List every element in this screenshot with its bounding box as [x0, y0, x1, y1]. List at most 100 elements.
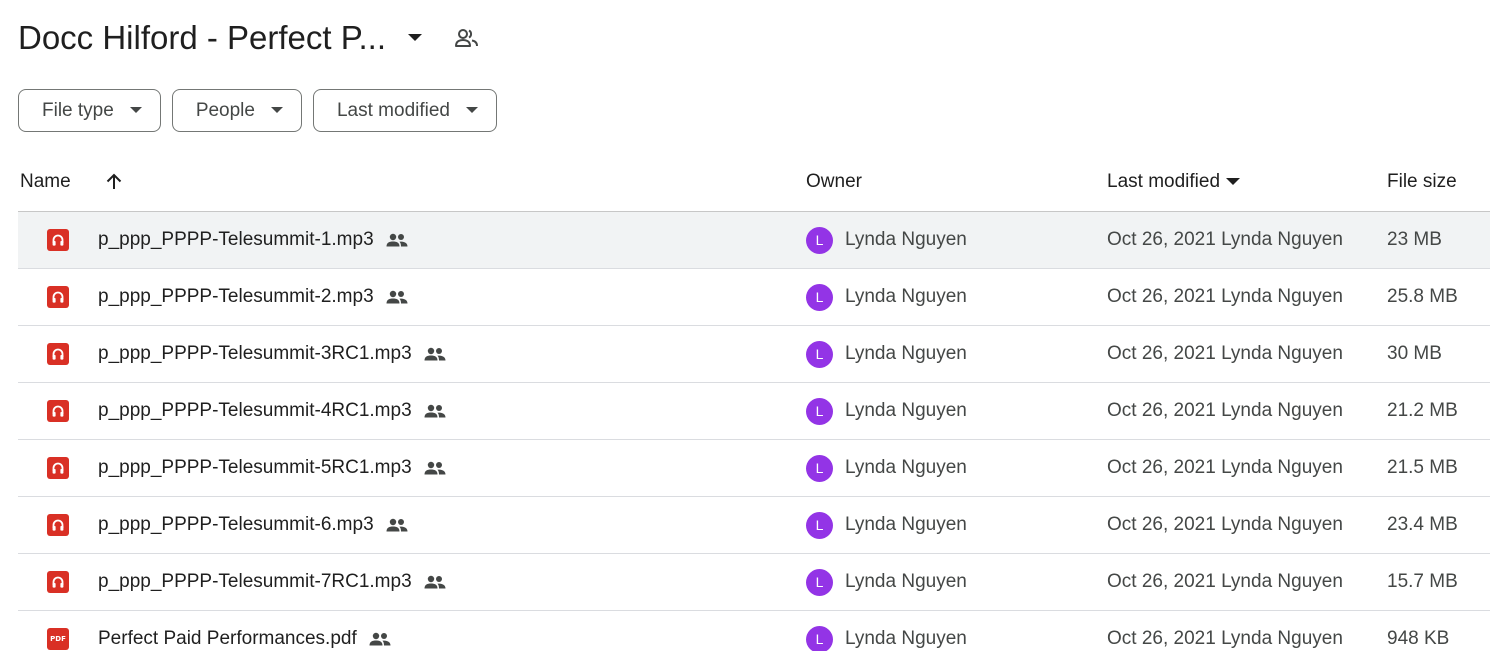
owner-cell: L Lynda Nguyen [806, 212, 967, 268]
file-type-icon-cell [46, 554, 70, 610]
file-name[interactable]: p_ppp_PPPP-Telesummit-3RC1.mp3 [98, 343, 412, 365]
file-name[interactable]: p_ppp_PPPP-Telesummit-2.mp3 [98, 286, 374, 308]
file-type-icon-cell [46, 269, 70, 325]
owner-cell: L Lynda Nguyen [806, 611, 967, 651]
table-row[interactable]: p_ppp_PPPP-Telesummit-2.mp3 L Lynda Nguy… [18, 269, 1490, 326]
last-modified-cell: Oct 26, 2021 Lynda Nguyen [1107, 571, 1343, 592]
last-modified-cell: Oct 26, 2021 Lynda Nguyen [1107, 343, 1343, 364]
table-row[interactable]: p_ppp_PPPP-Telesummit-1.mp3 L Lynda Nguy… [18, 212, 1490, 269]
file-name[interactable]: p_ppp_PPPP-Telesummit-6.mp3 [98, 514, 374, 536]
shared-people-icon [386, 233, 408, 247]
last-modified-cell: Oct 26, 2021 Lynda Nguyen [1107, 286, 1343, 307]
file-type-icon-cell: PDF [46, 611, 70, 651]
file-name-cell: p_ppp_PPPP-Telesummit-4RC1.mp3 [98, 383, 446, 439]
column-header-last-modified[interactable]: Last modified [1107, 171, 1241, 193]
file-size-cell: 15.7 MB [1387, 571, 1458, 592]
arrow-upward-icon[interactable] [104, 171, 126, 193]
shared-people-icon [424, 575, 446, 589]
people-outline-icon[interactable] [452, 23, 482, 53]
file-size-cell: 948 KB [1387, 628, 1450, 649]
owner-name: Lynda Nguyen [845, 286, 967, 307]
file-name-cell: p_ppp_PPPP-Telesummit-2.mp3 [98, 269, 408, 325]
owner-cell: L Lynda Nguyen [806, 440, 967, 496]
file-size-cell: 30 MB [1387, 343, 1442, 364]
avatar[interactable]: L [806, 226, 833, 254]
table-row[interactable]: PDF Perfect Paid Performances.pdf L Lynd… [18, 611, 1490, 651]
avatar[interactable]: L [806, 397, 833, 425]
owner-name: Lynda Nguyen [845, 628, 967, 649]
owner-name: Lynda Nguyen [845, 514, 967, 535]
last-modified-cell: Oct 26, 2021 Lynda Nguyen [1107, 229, 1343, 250]
file-type-icon-cell [46, 326, 70, 382]
table-row[interactable]: p_ppp_PPPP-Telesummit-7RC1.mp3 L Lynda N… [18, 554, 1490, 611]
file-size-cell: 23.4 MB [1387, 514, 1458, 535]
column-header-file-size[interactable]: File size [1387, 171, 1457, 193]
file-type-icon-cell [46, 383, 70, 439]
file-name-cell: p_ppp_PPPP-Telesummit-5RC1.mp3 [98, 440, 446, 496]
file-size-cell: 23 MB [1387, 229, 1442, 250]
owner-name: Lynda Nguyen [845, 457, 967, 478]
last-modified-cell: Oct 26, 2021 Lynda Nguyen [1107, 514, 1343, 535]
chip-label: File type [42, 99, 114, 121]
folder-title[interactable]: Docc Hilford - Perfect P... [18, 19, 386, 57]
pdf-icon: PDF [47, 628, 69, 650]
avatar[interactable]: L [806, 340, 833, 368]
file-name[interactable]: p_ppp_PPPP-Telesummit-7RC1.mp3 [98, 571, 412, 593]
arrow-drop-down-icon [464, 103, 480, 119]
headphones-icon [47, 229, 69, 251]
file-name-cell: p_ppp_PPPP-Telesummit-3RC1.mp3 [98, 326, 446, 382]
arrow-drop-down-icon [1226, 178, 1241, 186]
last-modified-cell: Oct 26, 2021 Lynda Nguyen [1107, 457, 1343, 478]
table-row[interactable]: p_ppp_PPPP-Telesummit-5RC1.mp3 L Lynda N… [18, 440, 1490, 497]
file-type-icon-cell [46, 497, 70, 553]
shared-people-icon [424, 347, 446, 361]
last-modified-cell: Oct 26, 2021 Lynda Nguyen [1107, 628, 1343, 649]
owner-cell: L Lynda Nguyen [806, 383, 967, 439]
column-header-name[interactable]: Name [20, 171, 71, 193]
drive-folder-view: Docc Hilford - Perfect P... File type Pe… [0, 0, 1490, 651]
avatar[interactable]: L [806, 511, 833, 539]
table-row[interactable]: p_ppp_PPPP-Telesummit-4RC1.mp3 L Lynda N… [18, 383, 1490, 440]
pdf-icon-label: PDF [50, 635, 66, 643]
headphones-icon [47, 343, 69, 365]
arrow-drop-down-icon[interactable] [400, 23, 430, 53]
headphones-icon [47, 514, 69, 536]
file-name[interactable]: Perfect Paid Performances.pdf [98, 628, 357, 650]
file-name-cell: p_ppp_PPPP-Telesummit-6.mp3 [98, 497, 408, 553]
headphones-icon [47, 457, 69, 479]
headphones-icon [47, 571, 69, 593]
avatar[interactable]: L [806, 283, 833, 311]
shared-people-icon [369, 632, 391, 646]
owner-name: Lynda Nguyen [845, 229, 967, 250]
file-name[interactable]: p_ppp_PPPP-Telesummit-4RC1.mp3 [98, 400, 412, 422]
column-header-owner[interactable]: Owner [806, 171, 862, 193]
arrow-drop-down-icon [128, 103, 144, 119]
file-name-cell: Perfect Paid Performances.pdf [98, 611, 391, 651]
folder-header: Docc Hilford - Perfect P... [18, 12, 482, 64]
owner-cell: L Lynda Nguyen [806, 554, 967, 610]
file-name-cell: p_ppp_PPPP-Telesummit-7RC1.mp3 [98, 554, 446, 610]
headphones-icon [47, 286, 69, 308]
file-size-cell: 21.2 MB [1387, 400, 1458, 421]
headphones-icon [47, 400, 69, 422]
chip-label: People [195, 99, 255, 121]
owner-cell: L Lynda Nguyen [806, 326, 967, 382]
shared-people-icon [386, 518, 408, 532]
file-type-filter-chip[interactable]: File type [18, 89, 161, 132]
avatar[interactable]: L [806, 568, 833, 596]
file-name[interactable]: p_ppp_PPPP-Telesummit-5RC1.mp3 [98, 457, 412, 479]
avatar[interactable]: L [806, 625, 833, 651]
avatar[interactable]: L [806, 454, 833, 482]
owner-cell: L Lynda Nguyen [806, 497, 967, 553]
last-modified-filter-chip[interactable]: Last modified [312, 89, 497, 132]
table-row[interactable]: p_ppp_PPPP-Telesummit-3RC1.mp3 L Lynda N… [18, 326, 1490, 383]
owner-name: Lynda Nguyen [845, 343, 967, 364]
file-name-cell: p_ppp_PPPP-Telesummit-1.mp3 [98, 212, 408, 268]
file-name[interactable]: p_ppp_PPPP-Telesummit-1.mp3 [98, 229, 374, 251]
table-row[interactable]: p_ppp_PPPP-Telesummit-6.mp3 L Lynda Nguy… [18, 497, 1490, 554]
people-filter-chip[interactable]: People [171, 89, 302, 132]
owner-name: Lynda Nguyen [845, 571, 967, 592]
last-modified-cell: Oct 26, 2021 Lynda Nguyen [1107, 400, 1343, 421]
file-type-icon-cell [46, 440, 70, 496]
filter-chips: File type People Last modified [18, 89, 497, 132]
